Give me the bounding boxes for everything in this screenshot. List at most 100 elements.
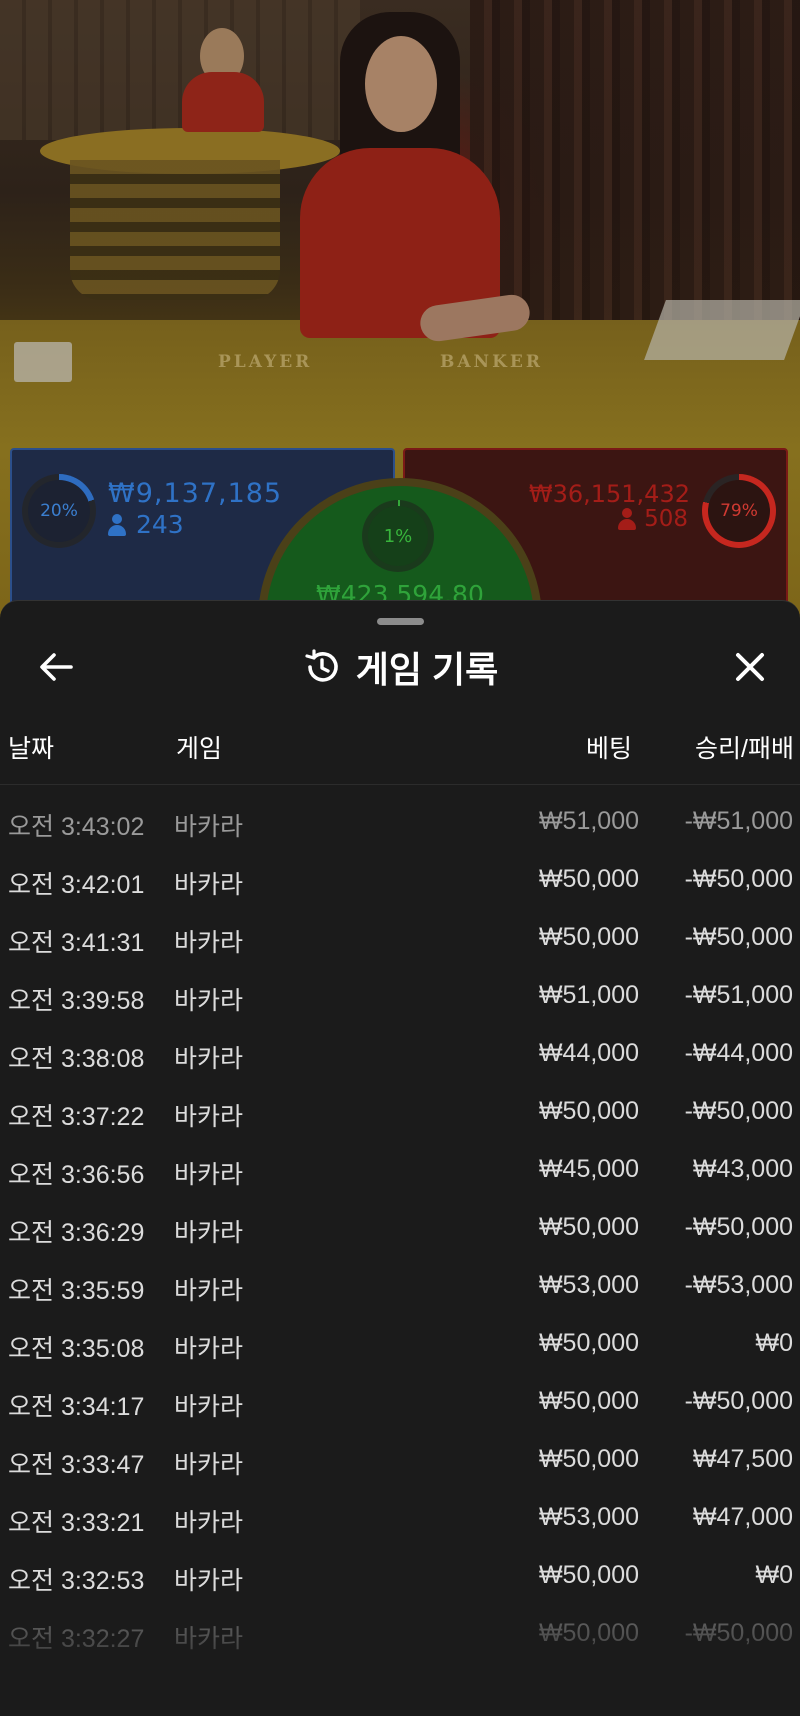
row-time: 오전 3:32:53 <box>8 1567 145 1595</box>
row-game: 바카라 <box>174 1509 244 1537</box>
banker-percent-ring: 79% <box>702 474 776 548</box>
row-bet: ₩50,000 <box>538 1329 639 1357</box>
row-time: 오전 3:37:22 <box>8 1103 145 1131</box>
row-bet: ₩50,000 <box>538 1387 639 1415</box>
row-game: 바카라 <box>174 1625 244 1653</box>
row-winloss: -₩44,000 <box>684 1039 793 1067</box>
history-row[interactable]: 오전 3:36:56 바카라 ₩45,000 ₩43,000 <box>0 1141 800 1199</box>
row-winloss: -₩50,000 <box>684 1097 793 1125</box>
row-bet: ₩45,000 <box>538 1155 639 1183</box>
history-row[interactable]: 오전 3:33:21 바카라 ₩53,000 ₩47,000 <box>0 1489 800 1547</box>
history-row[interactable]: 오전 3:41:31 바카라 ₩50,000 -₩50,000 <box>0 909 800 967</box>
sheet-drag-handle[interactable] <box>377 618 424 625</box>
sheet-header: 게임 기록 <box>0 639 800 695</box>
row-time: 오전 3:34:17 <box>8 1393 145 1421</box>
row-time: 오전 3:32:27 <box>8 1625 145 1653</box>
history-row[interactable]: 오전 3:42:01 바카라 ₩50,000 -₩50,000 <box>0 851 800 909</box>
banker-bet-total: ₩36,151,432 <box>528 480 690 508</box>
row-winloss: ₩43,000 <box>692 1155 793 1183</box>
sheet-title-group: 게임 기록 <box>0 639 800 695</box>
row-game: 바카라 <box>174 929 244 957</box>
row-time: 오전 3:35:08 <box>8 1335 145 1363</box>
row-winloss: -₩50,000 <box>684 1213 793 1241</box>
row-game: 바카라 <box>174 987 244 1015</box>
row-winloss: -₩50,000 <box>684 923 793 951</box>
row-game: 바카라 <box>174 1567 244 1595</box>
player-count-value: 243 <box>136 510 184 539</box>
row-winloss: ₩0 <box>755 1561 794 1589</box>
background-curtain <box>470 0 800 330</box>
history-row[interactable]: 오전 3:32:53 바카라 ₩50,000 ₩0 <box>0 1547 800 1605</box>
row-game: 바카라 <box>174 1161 244 1189</box>
row-game: 바카라 <box>174 1219 244 1247</box>
history-row[interactable]: 오전 3:37:22 바카라 ₩50,000 -₩50,000 <box>0 1083 800 1141</box>
column-header-winloss: 승리/패배 <box>695 735 794 763</box>
column-header-date: 날짜 <box>8 735 55 763</box>
person-icon <box>108 513 126 536</box>
row-game: 바카라 <box>174 1277 244 1305</box>
row-game: 바카라 <box>174 1451 244 1479</box>
row-bet: ₩44,000 <box>538 1039 639 1067</box>
column-header-game: 게임 <box>176 735 223 763</box>
row-time: 오전 3:33:47 <box>8 1451 145 1479</box>
row-winloss: -₩51,000 <box>684 981 793 1009</box>
history-row[interactable]: 오전 3:35:59 바카라 ₩53,000 -₩53,000 <box>0 1257 800 1315</box>
player-bet-total: ₩9,137,185 <box>108 478 283 509</box>
row-winloss: -₩53,000 <box>684 1271 793 1299</box>
row-winloss: ₩47,500 <box>692 1445 793 1473</box>
row-time: 오전 3:35:59 <box>8 1277 145 1305</box>
row-bet: ₩51,000 <box>538 807 639 835</box>
row-bet: ₩50,000 <box>538 1619 639 1647</box>
row-time: 오전 3:43:02 <box>8 813 145 841</box>
player-percent-ring: 20% <box>22 474 96 548</box>
row-bet: ₩50,000 <box>538 1213 639 1241</box>
row-winloss: ₩0 <box>755 1329 794 1357</box>
row-time: 오전 3:42:01 <box>8 871 145 899</box>
history-list[interactable]: 오전 3:43:02 바카라 ₩51,000 -₩51,000 오전 3:42:01 바카… <box>0 793 800 1663</box>
row-time: 오전 3:36:56 <box>8 1161 145 1189</box>
history-row[interactable]: 오전 3:38:08 바카라 ₩44,000 -₩44,000 <box>0 1025 800 1083</box>
history-row[interactable]: 오전 3:32:27 바카라 ₩50,000 -₩50,000 <box>0 1605 800 1663</box>
row-bet: ₩50,000 <box>538 923 639 951</box>
history-row[interactable]: 오전 3:43:02 바카라 ₩51,000 -₩51,000 <box>0 793 800 851</box>
background-table-pedestal <box>70 160 280 300</box>
player-percent: 20% <box>40 501 78 521</box>
row-winloss: -₩51,000 <box>684 807 793 835</box>
banker-count-value: 508 <box>644 506 688 532</box>
row-winloss: ₩47,000 <box>692 1503 793 1531</box>
banker-percent: 79% <box>720 501 758 521</box>
dealer-head <box>365 36 437 132</box>
banker-bettor-count: 508 <box>618 506 688 532</box>
game-history-sheet: 게임 기록 날짜 게임 베팅 승리/패배 오전 3:43:02 바카라 ₩51,00… <box>0 600 800 1716</box>
row-game: 바카라 <box>174 1393 244 1421</box>
close-icon <box>736 653 764 681</box>
history-row[interactable]: 오전 3:33:47 바카라 ₩50,000 ₩47,500 <box>0 1431 800 1489</box>
history-row[interactable]: 오전 3:35:08 바카라 ₩50,000 ₩0 <box>0 1315 800 1373</box>
background-dealer-body <box>182 72 264 132</box>
row-time: 오전 3:38:08 <box>8 1045 145 1073</box>
background-lattice-panel <box>0 0 360 140</box>
felt-player-label: PLAYER <box>218 352 313 372</box>
tie-percent: 1% <box>383 525 413 547</box>
row-game: 바카라 <box>174 1103 244 1131</box>
close-button[interactable] <box>726 643 774 691</box>
sheet-title: 게임 기록 <box>355 649 499 690</box>
row-game: 바카라 <box>174 1045 244 1073</box>
row-winloss: -₩50,000 <box>684 1619 793 1647</box>
person-icon <box>618 508 637 530</box>
row-bet: ₩53,000 <box>538 1271 639 1299</box>
row-winloss: -₩50,000 <box>684 1387 793 1415</box>
history-row[interactable]: 오전 3:39:58 바카라 ₩51,000 -₩51,000 <box>0 967 800 1025</box>
player-bettor-count: 243 <box>108 510 184 539</box>
card-shoe <box>644 300 800 360</box>
history-row[interactable]: 오전 3:36:29 바카라 ₩50,000 -₩50,000 <box>0 1199 800 1257</box>
row-game: 바카라 <box>174 1335 244 1363</box>
tie-percent-ring: 1% <box>362 500 434 572</box>
row-bet: ₩50,000 <box>538 1097 639 1125</box>
history-row[interactable]: 오전 3:34:17 바카라 ₩50,000 -₩50,000 <box>0 1373 800 1431</box>
card-holder <box>14 342 72 382</box>
row-time: 오전 3:33:21 <box>8 1509 145 1537</box>
row-game: 바카라 <box>174 813 244 841</box>
row-time: 오전 3:36:29 <box>8 1219 145 1247</box>
felt-banker-label: BANKER <box>440 352 543 372</box>
